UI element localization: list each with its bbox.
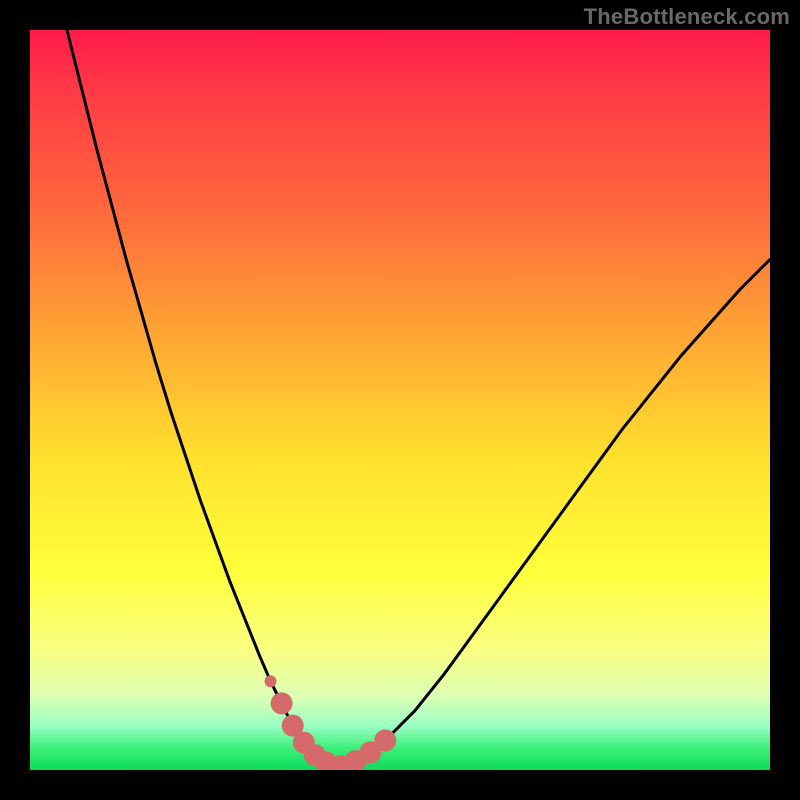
highlight-point	[271, 692, 293, 714]
highlight-markers	[30, 30, 770, 770]
highlight-point	[374, 729, 396, 751]
watermark-text: TheBottleneck.com	[584, 4, 790, 30]
chart-frame	[30, 30, 770, 770]
highlight-point	[265, 675, 277, 687]
